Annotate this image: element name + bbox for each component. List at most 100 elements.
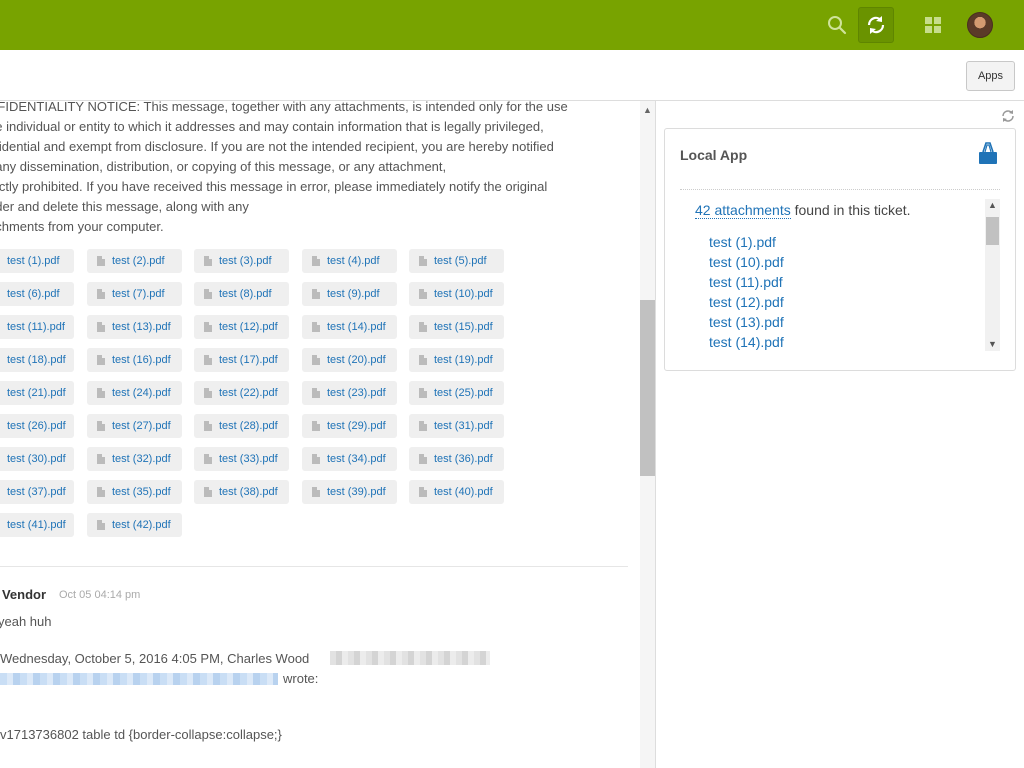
attachment-name: test (41).pdf (7, 519, 66, 531)
attachment-chip[interactable]: test (42).pdf (87, 513, 182, 537)
scroll-up-icon[interactable]: ▲ (988, 200, 997, 210)
attachment-chip[interactable]: test (37).pdf (0, 480, 74, 504)
attachment-chip[interactable]: test (41).pdf (0, 513, 74, 537)
document-icon (419, 421, 427, 431)
document-icon (419, 355, 427, 365)
attachment-chip[interactable]: test (36).pdf (409, 447, 504, 471)
attachment-chip[interactable]: test (28).pdf (194, 414, 289, 438)
document-icon (204, 322, 212, 332)
attachment-chip[interactable]: test (33).pdf (194, 447, 289, 471)
scroll-down-icon[interactable]: ▼ (988, 339, 997, 349)
document-icon (419, 388, 427, 398)
file-link[interactable]: test (1).pdf (709, 232, 784, 252)
message-scrollbar[interactable]: ▲ (640, 101, 655, 768)
file-link[interactable]: test (14).pdf (709, 332, 784, 352)
attachment-name: test (25).pdf (434, 387, 493, 399)
file-link[interactable]: test (10).pdf (709, 252, 784, 272)
attachment-chip[interactable]: test (39).pdf (302, 480, 397, 504)
document-icon (97, 454, 105, 464)
attachment-chip[interactable]: test (25).pdf (409, 381, 504, 405)
document-icon (419, 322, 427, 332)
attachment-chip[interactable]: test (11).pdf (0, 315, 74, 339)
attachment-chip[interactable]: test (24).pdf (87, 381, 182, 405)
attachment-name: test (7).pdf (112, 288, 165, 300)
message-pane: NFIDENTIALITY NOTICE: This message, toge… (0, 101, 640, 768)
attachment-chip[interactable]: test (19).pdf (409, 348, 504, 372)
attachment-chip[interactable]: test (15).pdf (409, 315, 504, 339)
document-icon (204, 454, 212, 464)
attachment-chip[interactable]: test (3).pdf (194, 249, 289, 273)
document-icon (204, 289, 212, 299)
attachment-chip[interactable]: test (35).pdf (87, 480, 182, 504)
document-icon (419, 289, 427, 299)
file-link[interactable]: test (13).pdf (709, 312, 784, 332)
document-icon (312, 355, 320, 365)
attachment-chip[interactable]: test (2).pdf (87, 249, 182, 273)
attachment-chip[interactable]: test (22).pdf (194, 381, 289, 405)
document-icon (204, 487, 212, 497)
search-icon[interactable] (826, 14, 848, 36)
attachment-chip[interactable]: test (8).pdf (194, 282, 289, 306)
attachment-chip[interactable]: test (12).pdf (194, 315, 289, 339)
attachment-name: test (17).pdf (219, 354, 278, 366)
attachment-chip[interactable]: test (21).pdf (0, 381, 74, 405)
attachment-chip[interactable]: test (10).pdf (409, 282, 504, 306)
attachment-chip[interactable]: test (34).pdf (302, 447, 397, 471)
attachment-chip[interactable]: test (32).pdf (87, 447, 182, 471)
attachment-name: test (14).pdf (327, 321, 386, 333)
attachment-chip[interactable]: test (14).pdf (302, 315, 397, 339)
attachment-chip[interactable]: test (5).pdf (409, 249, 504, 273)
document-icon (97, 421, 105, 431)
document-icon (312, 388, 320, 398)
attachment-chip[interactable]: test (9).pdf (302, 282, 397, 306)
attachment-name: test (28).pdf (219, 420, 278, 432)
attachment-name: test (26).pdf (7, 420, 66, 432)
notice-line: nfidential and exempt from disclosure. I… (0, 139, 554, 154)
document-icon (312, 256, 320, 266)
sub-bar (0, 50, 1024, 101)
attachment-name: test (5).pdf (434, 255, 487, 267)
attachment-chip[interactable]: test (38).pdf (194, 480, 289, 504)
attachment-chip[interactable]: test (29).pdf (302, 414, 397, 438)
attachment-chip[interactable]: test (20).pdf (302, 348, 397, 372)
file-link[interactable]: test (12).pdf (709, 292, 784, 312)
attachment-chip[interactable]: test (17).pdf (194, 348, 289, 372)
document-icon (312, 487, 320, 497)
attachment-chip[interactable]: test (40).pdf (409, 480, 504, 504)
attachment-name: test (36).pdf (434, 453, 493, 465)
quoted-wrote: wrote: (283, 671, 319, 686)
attachment-chip[interactable]: test (30).pdf (0, 447, 74, 471)
scroll-up-icon[interactable]: ▲ (643, 105, 652, 115)
attachment-chip[interactable]: test (7).pdf (87, 282, 182, 306)
file-list: test (1).pdf test (10).pdf test (11).pdf te… (709, 232, 784, 352)
document-icon (204, 256, 212, 266)
redacted-link (0, 673, 278, 685)
file-link[interactable]: test (11).pdf (709, 272, 784, 292)
scroll-thumb[interactable] (640, 300, 655, 476)
attachment-chip[interactable]: test (18).pdf (0, 348, 74, 372)
app-refresh-icon[interactable] (1000, 108, 1016, 124)
attachment-chip[interactable]: test (13).pdf (87, 315, 182, 339)
attachment-summary-text: found in this ticket. (790, 202, 911, 218)
grid-icon[interactable] (925, 17, 941, 33)
attachment-chip[interactable]: test (23).pdf (302, 381, 397, 405)
attachment-name: test (37).pdf (7, 486, 66, 498)
attachment-chip[interactable]: test (31).pdf (409, 414, 504, 438)
attachment-chip[interactable]: test (16).pdf (87, 348, 182, 372)
apps-button[interactable]: Apps (966, 61, 1015, 91)
notice-line: NFIDENTIALITY NOTICE: This message, toge… (0, 101, 568, 114)
attachment-name: test (13).pdf (112, 321, 171, 333)
scroll-thumb[interactable] (986, 217, 999, 245)
attachment-chip[interactable]: test (27).pdf (87, 414, 182, 438)
attachment-name: test (18).pdf (7, 354, 66, 366)
refresh-button[interactable] (858, 7, 894, 43)
attachment-chip[interactable]: test (1).pdf (0, 249, 74, 273)
attachment-chip[interactable]: test (6).pdf (0, 282, 74, 306)
avatar[interactable] (967, 12, 993, 38)
attachment-chip[interactable]: test (4).pdf (302, 249, 397, 273)
attachment-name: test (30).pdf (7, 453, 66, 465)
file-list-scrollbar[interactable]: ▲ ▼ (985, 199, 1000, 351)
attachment-name: test (16).pdf (112, 354, 171, 366)
attachment-count-link[interactable]: 42 attachments (695, 202, 791, 219)
attachment-chip[interactable]: test (26).pdf (0, 414, 74, 438)
